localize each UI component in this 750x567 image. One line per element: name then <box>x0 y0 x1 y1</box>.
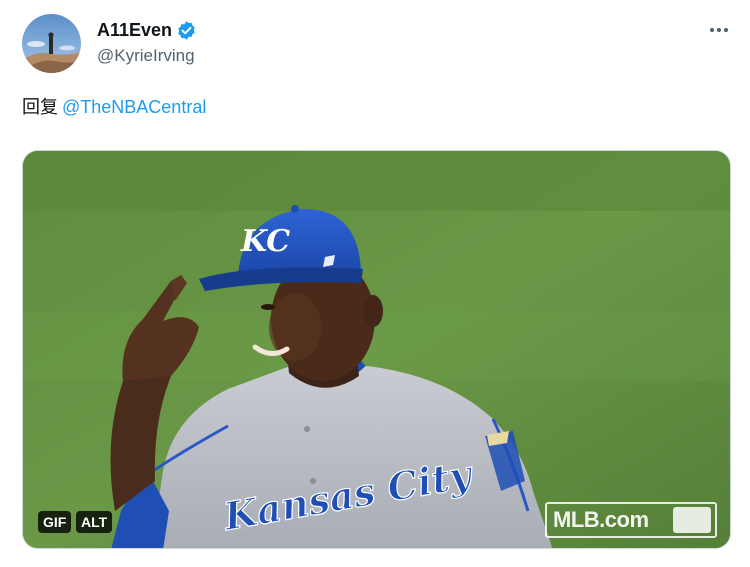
watermark-text: MLB.com <box>553 507 649 532</box>
user-handle[interactable]: @KyrieIrving <box>97 45 195 67</box>
avatar-image <box>22 14 81 73</box>
mlb-watermark: MLB.com <box>545 502 717 538</box>
tweet-text: 回复 @TheNBACentral <box>22 95 206 119</box>
mlb-logo-icon <box>673 507 711 533</box>
avatar[interactable] <box>22 14 81 73</box>
more-options-button[interactable] <box>702 18 736 42</box>
tweet-media-gif[interactable]: KC Kansas City GIF ALT MLB.com <box>22 150 731 549</box>
gif-badge[interactable]: GIF <box>38 511 72 533</box>
mention-link[interactable]: @TheNBACentral <box>62 97 206 117</box>
display-name[interactable]: A11Even <box>97 19 172 41</box>
cap-logo: KC <box>240 224 290 259</box>
alt-badge[interactable]: ALT <box>76 511 113 533</box>
verified-badge-icon <box>176 20 197 41</box>
gif-frame: KC Kansas City <box>23 151 730 548</box>
reply-prefix: 回复 <box>22 97 58 117</box>
more-horizontal-icon <box>709 27 729 33</box>
